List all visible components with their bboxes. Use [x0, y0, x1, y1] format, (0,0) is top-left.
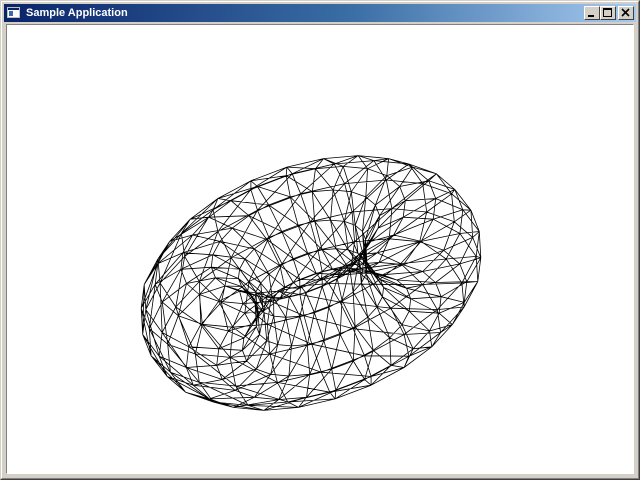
- close-button[interactable]: [618, 6, 634, 20]
- title-bar[interactable]: Sample Application: [4, 4, 636, 22]
- maximize-icon: [603, 8, 612, 17]
- maximize-button[interactable]: [600, 6, 616, 20]
- render-viewport[interactable]: [6, 24, 634, 474]
- title-bar-buttons: [584, 6, 634, 20]
- window-frame: Sample Application: [1, 1, 639, 479]
- application-window-icon[interactable]: [6, 6, 22, 20]
- minimize-button[interactable]: [584, 6, 600, 20]
- application-window: Sample Application: [0, 0, 640, 480]
- window-title: Sample Application: [26, 7, 128, 19]
- wireframe-torus: [140, 155, 482, 411]
- torus-mesh: [140, 155, 482, 411]
- minimize-icon: [588, 15, 594, 17]
- close-icon: [621, 8, 630, 17]
